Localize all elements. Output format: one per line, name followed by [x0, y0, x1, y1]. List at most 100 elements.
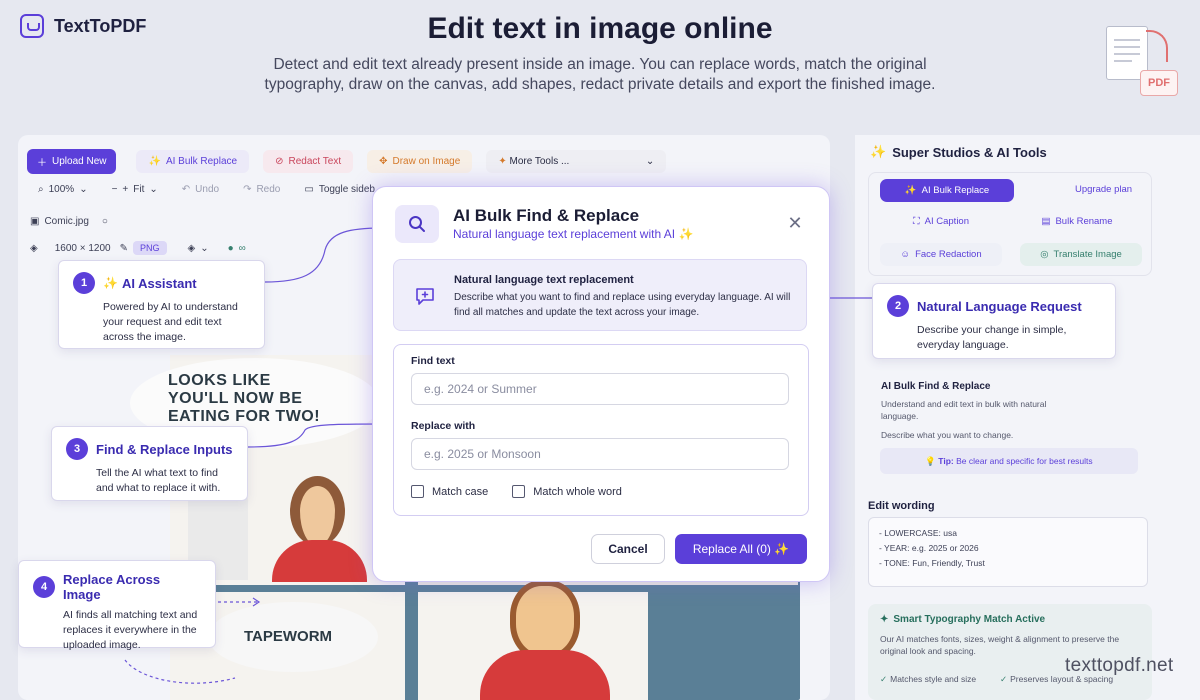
modal-subtitle: Natural language text replacement with A…: [453, 227, 694, 241]
smart-typography-text: Our AI matches fonts, sizes, weight & al…: [880, 634, 1120, 656]
chevron-down-icon: ⌄: [645, 156, 655, 167]
match-case-checkbox[interactable]: [411, 485, 424, 498]
caption-icon: ⛶: [912, 216, 920, 227]
tip-box: 💡 Tip: Be clear and specific for best re…: [880, 448, 1138, 474]
file-dimensions: ◈ 1600 × 1200 ✎ PNG ◈ ⌄ ● ∞: [30, 241, 246, 255]
globe-icon: ◎: [1040, 249, 1049, 260]
callout-title: Replace Across Image: [63, 572, 161, 602]
find-text-input[interactable]: [411, 373, 789, 405]
face-icon: ☺: [900, 249, 911, 260]
sidebar-section-hint: Describe what you want to change.: [881, 430, 1014, 440]
undo-icon: ↶: [181, 184, 191, 195]
sparkle-icon: ✨: [870, 144, 887, 159]
checkmark-icon: ✓: [1000, 674, 1008, 684]
file-info: ▣ Comic.jpg ○: [30, 216, 132, 227]
ai-bulk-replace-tab[interactable]: ✨ AI Bulk Replace: [136, 150, 250, 173]
edit-icon: ✎: [119, 242, 128, 254]
redact-text-tab[interactable]: ⊘ Redact Text: [263, 150, 354, 173]
chevron-down-icon: ⌄: [149, 184, 158, 195]
callout-title: Find & Replace Inputs: [96, 441, 233, 457]
typography-icon: ✦: [880, 614, 889, 625]
check-circle-icon: ●: [227, 242, 234, 254]
dog-figure: [480, 650, 610, 700]
sidebar-ai-caption[interactable]: ⛶ AI Caption: [880, 210, 1002, 233]
layers-icon: ◈: [187, 242, 196, 254]
close-icon[interactable]: ✕: [785, 213, 805, 233]
step-number: 2: [887, 295, 909, 317]
chat-sparkle-icon: [416, 288, 434, 305]
edit-wording-title: Edit wording: [868, 500, 935, 512]
sub-toolbar: ⌕ 100% ⌄ − + Fit ⌄ ↶ Undo ↷ Redo ▭ Toggl…: [38, 184, 399, 195]
info-icon: ○: [101, 216, 108, 227]
callout-body: Describe your change in simple, everyday…: [917, 324, 1067, 351]
match-options: Match case Match whole word: [411, 485, 622, 498]
brush-icon: ✥: [379, 156, 388, 167]
pdf-badge: PDF: [1140, 70, 1178, 96]
match-whole-word-checkbox[interactable]: [512, 485, 526, 498]
upload-new-button[interactable]: ＋ Upload New: [27, 149, 117, 174]
zoom-select[interactable]: ⌕ 100% ⌄: [38, 184, 88, 195]
speech-bubble-text[interactable]: LOOKS LIKE YOU'LL NOW BE EATING FOR TWO!: [168, 372, 320, 426]
rename-icon: ▤: [1041, 216, 1051, 227]
link-icon: ∞: [238, 242, 246, 254]
sparkle-icon: ✨: [148, 156, 161, 167]
match-case-label: Match case: [432, 485, 489, 498]
magnifier-icon: ⌕: [38, 184, 44, 195]
page-title: Edit text in image online: [427, 12, 773, 45]
sidebar-ai-bulk-replace[interactable]: ✨ AI Bulk Replace: [880, 179, 1014, 202]
search-icon: [395, 205, 439, 243]
more-tools-dropdown[interactable]: ✦ More Tools ... ⌄: [486, 150, 667, 173]
edit-wording-textarea[interactable]: - LOWERCASE: usa - YEAR: e.g. 2025 or 20…: [868, 517, 1148, 587]
checkmark-icon: ✓: [880, 674, 888, 684]
sidebar-section-title: AI Bulk Find & Replace: [881, 381, 991, 392]
match-whole-word-label: Match whole word: [533, 485, 622, 498]
main-toolbar: ＋ Upload New ✨ AI Bulk Replace ⊘ Redact …: [27, 149, 667, 174]
tapeworm-text[interactable]: TAPEWORM: [244, 628, 332, 645]
find-text-label: Find text: [411, 355, 455, 367]
replace-with-label: Replace with: [411, 420, 476, 432]
woman-figure: [290, 476, 345, 546]
plus-icon: ＋: [37, 158, 47, 169]
dog-figure: [510, 580, 580, 660]
callout-replace-across: 4 Replace Across Image AI finds all matc…: [18, 560, 216, 651]
sidebar-translate-image[interactable]: ◎ Translate Image: [1020, 243, 1142, 266]
smart-typography-title: ✦ Smart Typography Match Active: [880, 614, 1046, 625]
upgrade-plan-link[interactable]: Upgrade plan: [1075, 184, 1132, 195]
check-item: ✓ Matches style and size: [880, 674, 977, 684]
redo-button[interactable]: ↷ Redo: [243, 184, 280, 195]
cancel-button[interactable]: Cancel: [591, 534, 665, 564]
lightbulb-icon: 💡: [925, 456, 936, 466]
minus-icon: −: [111, 184, 118, 195]
replace-all-button[interactable]: Replace All (0) ✨: [675, 534, 807, 564]
bulk-replace-modal: AI Bulk Find & Replace Natural language …: [372, 186, 830, 582]
undo-button[interactable]: ↶ Undo: [182, 184, 219, 195]
draw-on-image-tab[interactable]: ✥ Draw on Image: [367, 150, 473, 173]
callout-ai-assistant: 1 ✨ AI Assistant Powered by AI to unders…: [58, 260, 265, 349]
sparkle-icon: ✨: [103, 276, 118, 290]
step-number: 3: [66, 438, 88, 460]
callout-body: Tell the AI what text to find and what t…: [96, 467, 221, 494]
callout-title: AI Assistant: [121, 275, 197, 291]
plus-icon: +: [122, 184, 129, 195]
fit-select[interactable]: − + Fit ⌄: [112, 184, 158, 195]
callout-body: Powered by AI to understand your request…: [103, 301, 238, 343]
chevron-down-icon: ⌄: [200, 242, 209, 254]
sidebar-face-redaction[interactable]: ☺ Face Redaction: [880, 243, 1002, 266]
sidebar-icon: ▭: [304, 184, 314, 195]
sidebar-title: ✨ Super Studios & AI Tools: [870, 144, 1047, 160]
sidebar-bulk-rename[interactable]: ▤ Bulk Rename: [1016, 210, 1138, 233]
curved-arrow-icon: [1146, 30, 1168, 62]
callout-body: AI finds all matching text and replaces …: [63, 609, 198, 651]
layers-icon: ◈: [30, 242, 38, 254]
step-number: 1: [73, 272, 95, 294]
callout-find-replace: 3 Find & Replace Inputs Tell the AI what…: [51, 426, 248, 501]
sidebar-section-text: Understand and edit text in bulk with na…: [881, 399, 1047, 421]
image-file-icon: ▣: [30, 216, 40, 227]
toggle-sidebar-button[interactable]: ▭ Toggle sideb: [304, 184, 375, 195]
replace-with-input[interactable]: [411, 438, 789, 470]
nl-title: Natural language text replacement: [454, 274, 634, 286]
redo-icon: ↷: [243, 184, 252, 195]
nl-text: Describe what you want to find and repla…: [454, 292, 791, 318]
callout-natural-language: 2 Natural Language Request Describe your…: [872, 283, 1116, 359]
find-replace-inputs: Find text Replace with Match case Match …: [393, 344, 809, 516]
